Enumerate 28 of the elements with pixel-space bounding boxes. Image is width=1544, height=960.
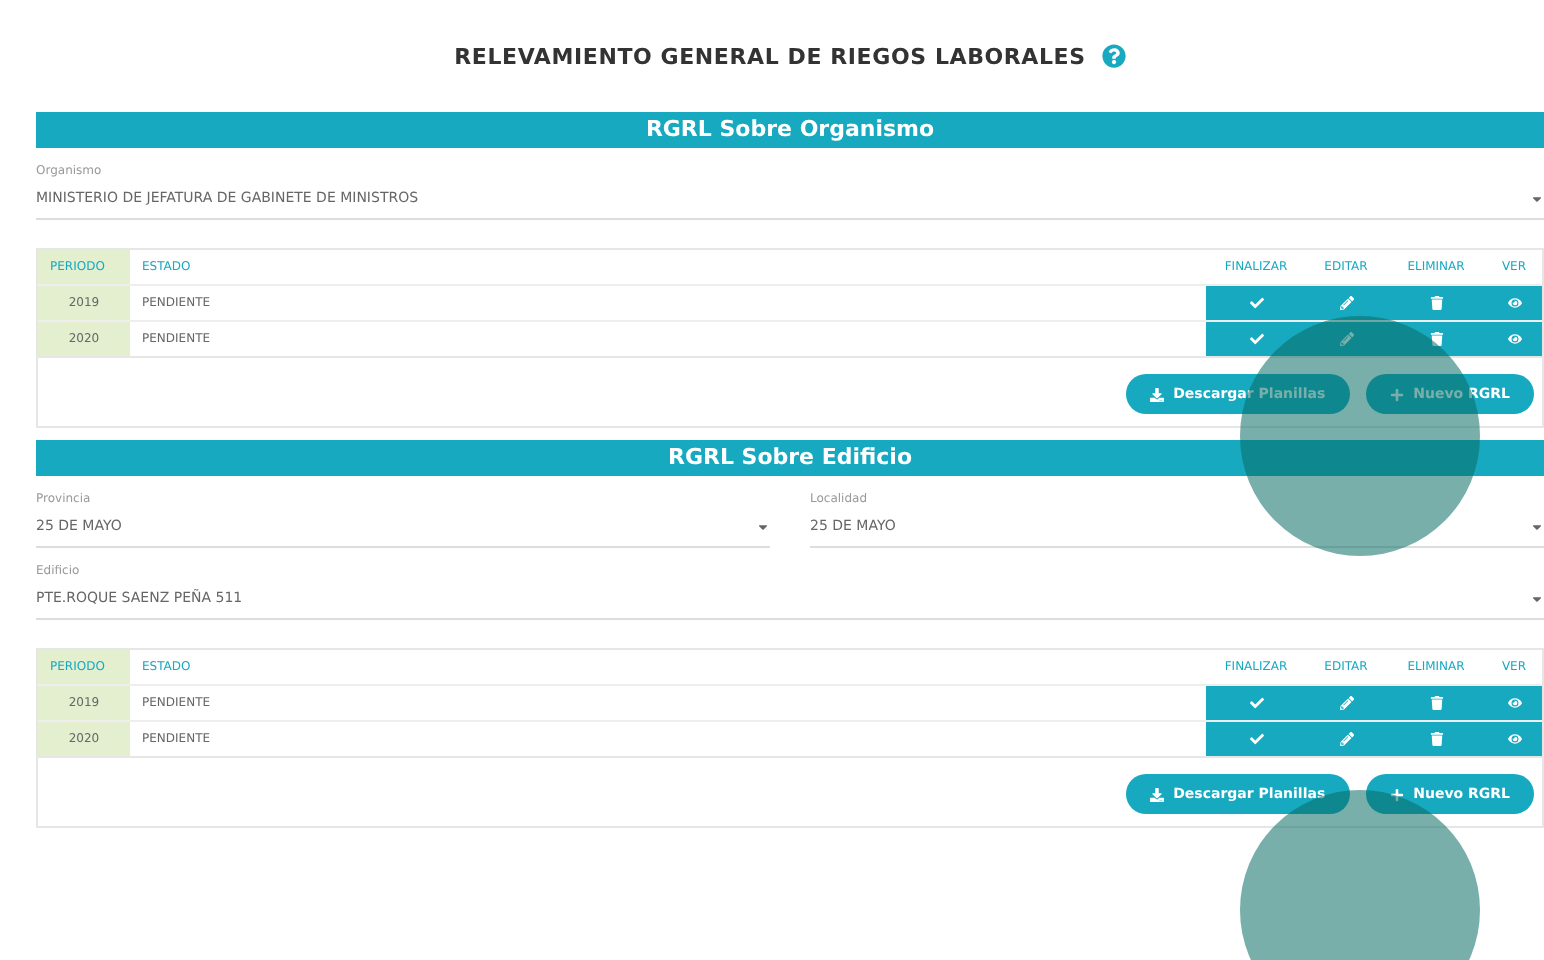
check-icon[interactable] [1249, 696, 1263, 710]
eye-icon[interactable] [1507, 296, 1521, 310]
eye-icon[interactable] [1507, 696, 1521, 710]
pencil-icon[interactable] [1339, 732, 1353, 746]
trash-icon[interactable] [1429, 296, 1443, 310]
pencil-icon[interactable] [1339, 332, 1353, 346]
plus-icon [1389, 787, 1404, 801]
trash-icon[interactable] [1429, 732, 1443, 746]
caret-icon [756, 519, 770, 533]
download-icon [1149, 387, 1164, 401]
check-icon[interactable] [1249, 332, 1263, 346]
section-header: RGRL Sobre Edificio [36, 440, 1544, 476]
help-icon[interactable] [1101, 44, 1126, 68]
trash-icon[interactable] [1429, 332, 1443, 346]
caret-icon [1530, 191, 1544, 205]
trash-icon[interactable] [1429, 696, 1443, 710]
check-icon[interactable] [1249, 296, 1263, 310]
plus-icon [1389, 387, 1404, 401]
eye-icon[interactable] [1507, 732, 1521, 746]
check-icon[interactable] [1249, 732, 1263, 746]
page-title: RELEVAMIENTO GENERAL DE RIEGOS LABORALES [454, 43, 1086, 69]
pencil-icon[interactable] [1339, 296, 1353, 310]
caret-icon [1530, 591, 1544, 605]
pencil-icon[interactable] [1339, 696, 1353, 710]
download-icon [1149, 787, 1164, 801]
eye-icon[interactable] [1507, 332, 1521, 346]
section-header: RGRL Sobre Organismo [36, 112, 1544, 148]
caret-icon [1530, 519, 1544, 533]
